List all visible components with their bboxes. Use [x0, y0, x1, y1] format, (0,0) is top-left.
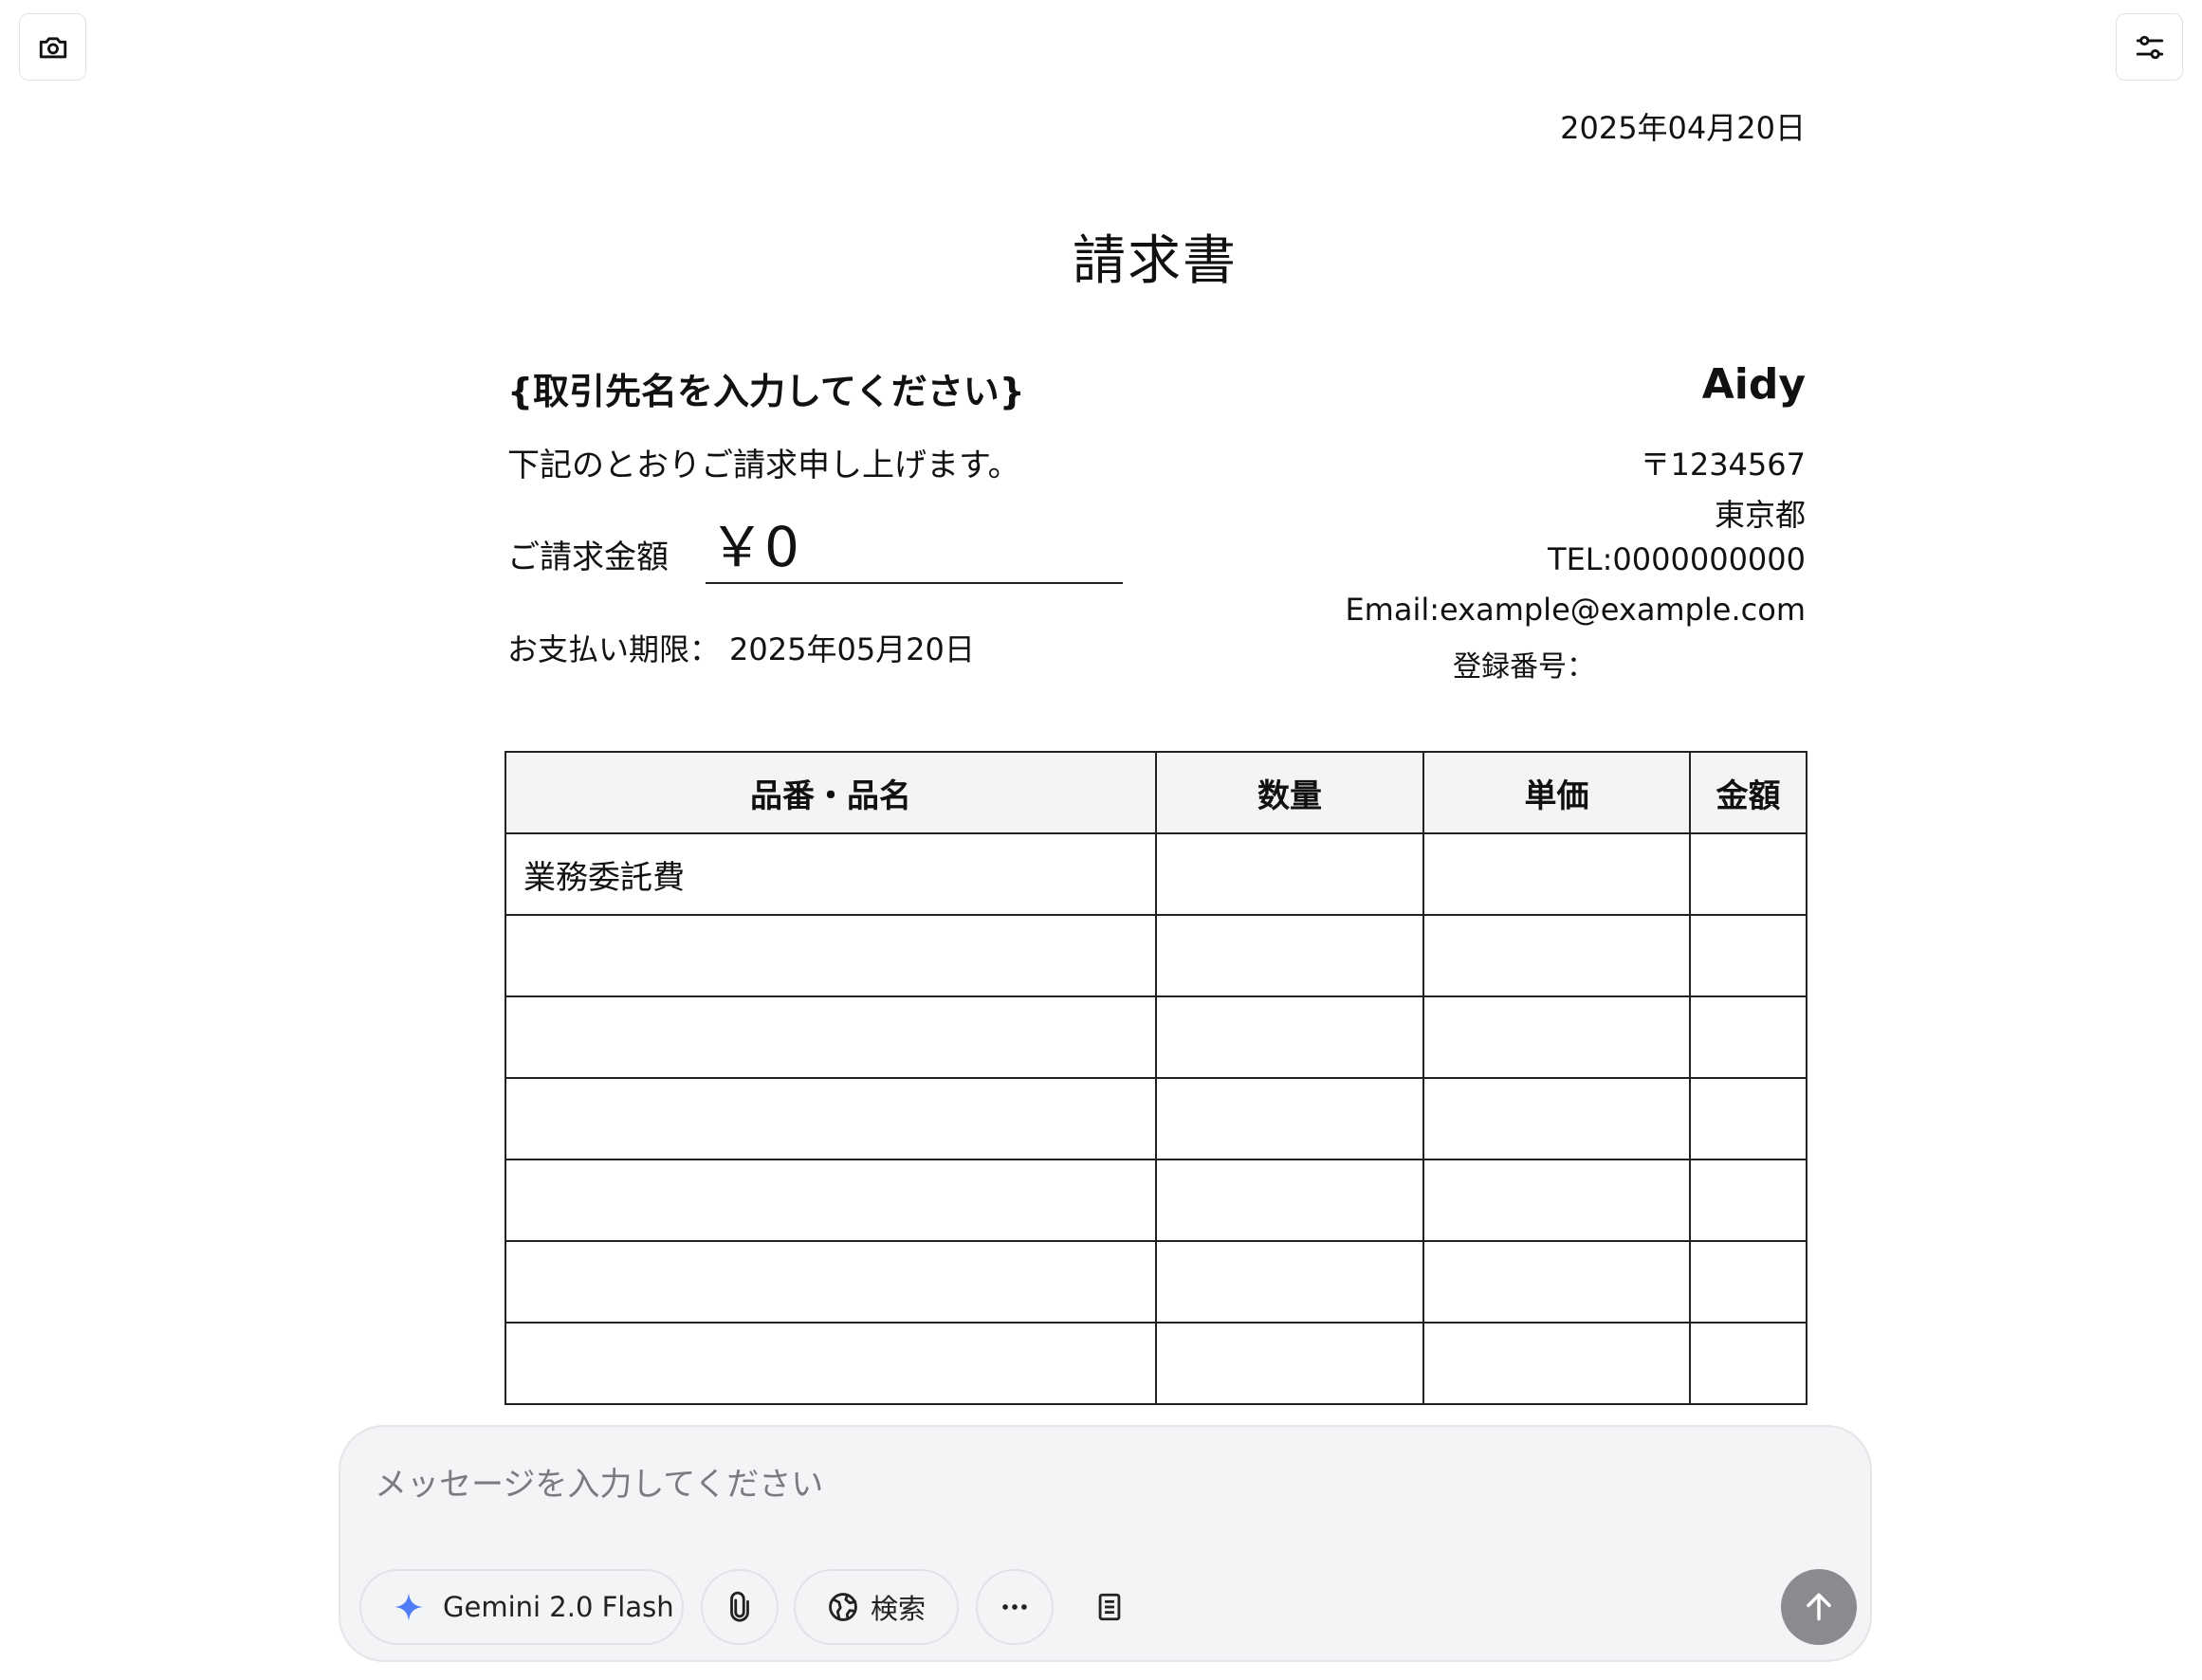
table-cell — [505, 1077, 1157, 1160]
table-cell — [1689, 1322, 1807, 1405]
camera-button[interactable] — [19, 13, 86, 81]
table-cell — [1422, 914, 1691, 997]
column-header-quantity: 数量 — [1155, 751, 1424, 834]
search-button[interactable]: 検索 — [794, 1569, 959, 1645]
more-options-button[interactable] — [976, 1569, 1054, 1645]
table-cell — [1155, 832, 1424, 916]
table-cell — [1689, 1159, 1807, 1242]
chat-composer: Gemini 2.0 Flash 検索 — [339, 1425, 1872, 1662]
table-cell — [1155, 995, 1424, 1079]
intro-text: 下記のとおりご請求申し上げます。 — [507, 447, 1020, 484]
table-cell — [1422, 1240, 1691, 1324]
globe-icon — [829, 1593, 857, 1621]
table-row — [505, 1240, 1807, 1324]
model-selector-button[interactable]: Gemini 2.0 Flash — [359, 1569, 684, 1645]
document-button[interactable] — [1071, 1569, 1148, 1645]
more-dots-icon — [1002, 1604, 1027, 1610]
table-row — [505, 1159, 1807, 1242]
table-cell — [1155, 1240, 1424, 1324]
message-input[interactable] — [373, 1457, 1799, 1512]
email: Email:example@example.com — [1345, 592, 1806, 628]
due-date-label: お支払い期限： — [507, 631, 721, 667]
attach-button[interactable] — [701, 1569, 779, 1645]
table-cell — [1155, 1077, 1424, 1160]
filter-settings-button[interactable] — [2116, 13, 2183, 81]
table-cell: 業務委託費 — [505, 832, 1157, 916]
table-header-row: 品番・品名 数量 単価 金額 — [505, 751, 1807, 834]
document-title: 請求書 — [1073, 230, 1238, 292]
table-cell — [1689, 1077, 1807, 1160]
column-header-item: 品番・品名 — [505, 751, 1157, 834]
table-row — [505, 1322, 1807, 1405]
paperclip-icon — [730, 1591, 749, 1622]
search-label: 検索 — [870, 1593, 926, 1625]
table-row — [505, 1077, 1807, 1160]
prefecture: 東京都 — [1714, 497, 1806, 533]
camera-icon — [39, 36, 66, 58]
table-cell — [505, 914, 1157, 997]
amount-value: ￥0 — [706, 514, 1123, 584]
table-cell — [1689, 995, 1807, 1079]
table-cell — [1689, 832, 1807, 916]
due-date-value: 2025年05月20日 — [729, 631, 975, 667]
invoice-document: 2025年04月20日 請求書 {取引先名を入力してください} 下記のとおりご請… — [505, 0, 1807, 1422]
postal-code: 〒1234567 — [1640, 447, 1806, 483]
table-cell — [1422, 1322, 1691, 1405]
table-cell — [505, 995, 1157, 1079]
table-row: 業務委託費 — [505, 832, 1807, 916]
client-name: {取引先名を入力してください} — [507, 371, 1025, 412]
table-cell — [505, 1159, 1157, 1242]
table-cell — [1422, 995, 1691, 1079]
table-cell — [1422, 1159, 1691, 1242]
send-button[interactable] — [1781, 1569, 1857, 1645]
due-date-row: お支払い期限： 2025年05月20日 — [507, 626, 975, 669]
table-cell — [1689, 1240, 1807, 1324]
table-cell — [1155, 1322, 1424, 1405]
table-cell — [1422, 832, 1691, 916]
column-header-unit-price: 単価 — [1422, 751, 1691, 834]
column-header-amount: 金額 — [1689, 751, 1807, 834]
sliders-icon — [2136, 35, 2163, 59]
issue-date: 2025年04月20日 — [1560, 110, 1806, 146]
registration-number-label: 登録番号： — [1453, 650, 1595, 684]
sparkle-icon — [395, 1593, 423, 1621]
table-cell — [505, 1322, 1157, 1405]
telephone: TEL:0000000000 — [1548, 541, 1806, 577]
items-table: 品番・品名 数量 単価 金額 業務委託費 — [505, 751, 1807, 1405]
table-row — [505, 995, 1807, 1079]
document-icon — [1098, 1593, 1121, 1621]
table-cell — [1155, 1159, 1424, 1242]
model-label: Gemini 2.0 Flash — [443, 1591, 674, 1623]
table-cell — [1422, 1077, 1691, 1160]
table-cell — [1689, 914, 1807, 997]
table-cell — [505, 1240, 1157, 1324]
amount-label: ご請求金額 — [507, 539, 669, 576]
table-row — [505, 914, 1807, 997]
table-cell — [1155, 914, 1424, 997]
arrow-up-icon — [1807, 1593, 1831, 1621]
company-name: Aidy — [1701, 360, 1806, 409]
